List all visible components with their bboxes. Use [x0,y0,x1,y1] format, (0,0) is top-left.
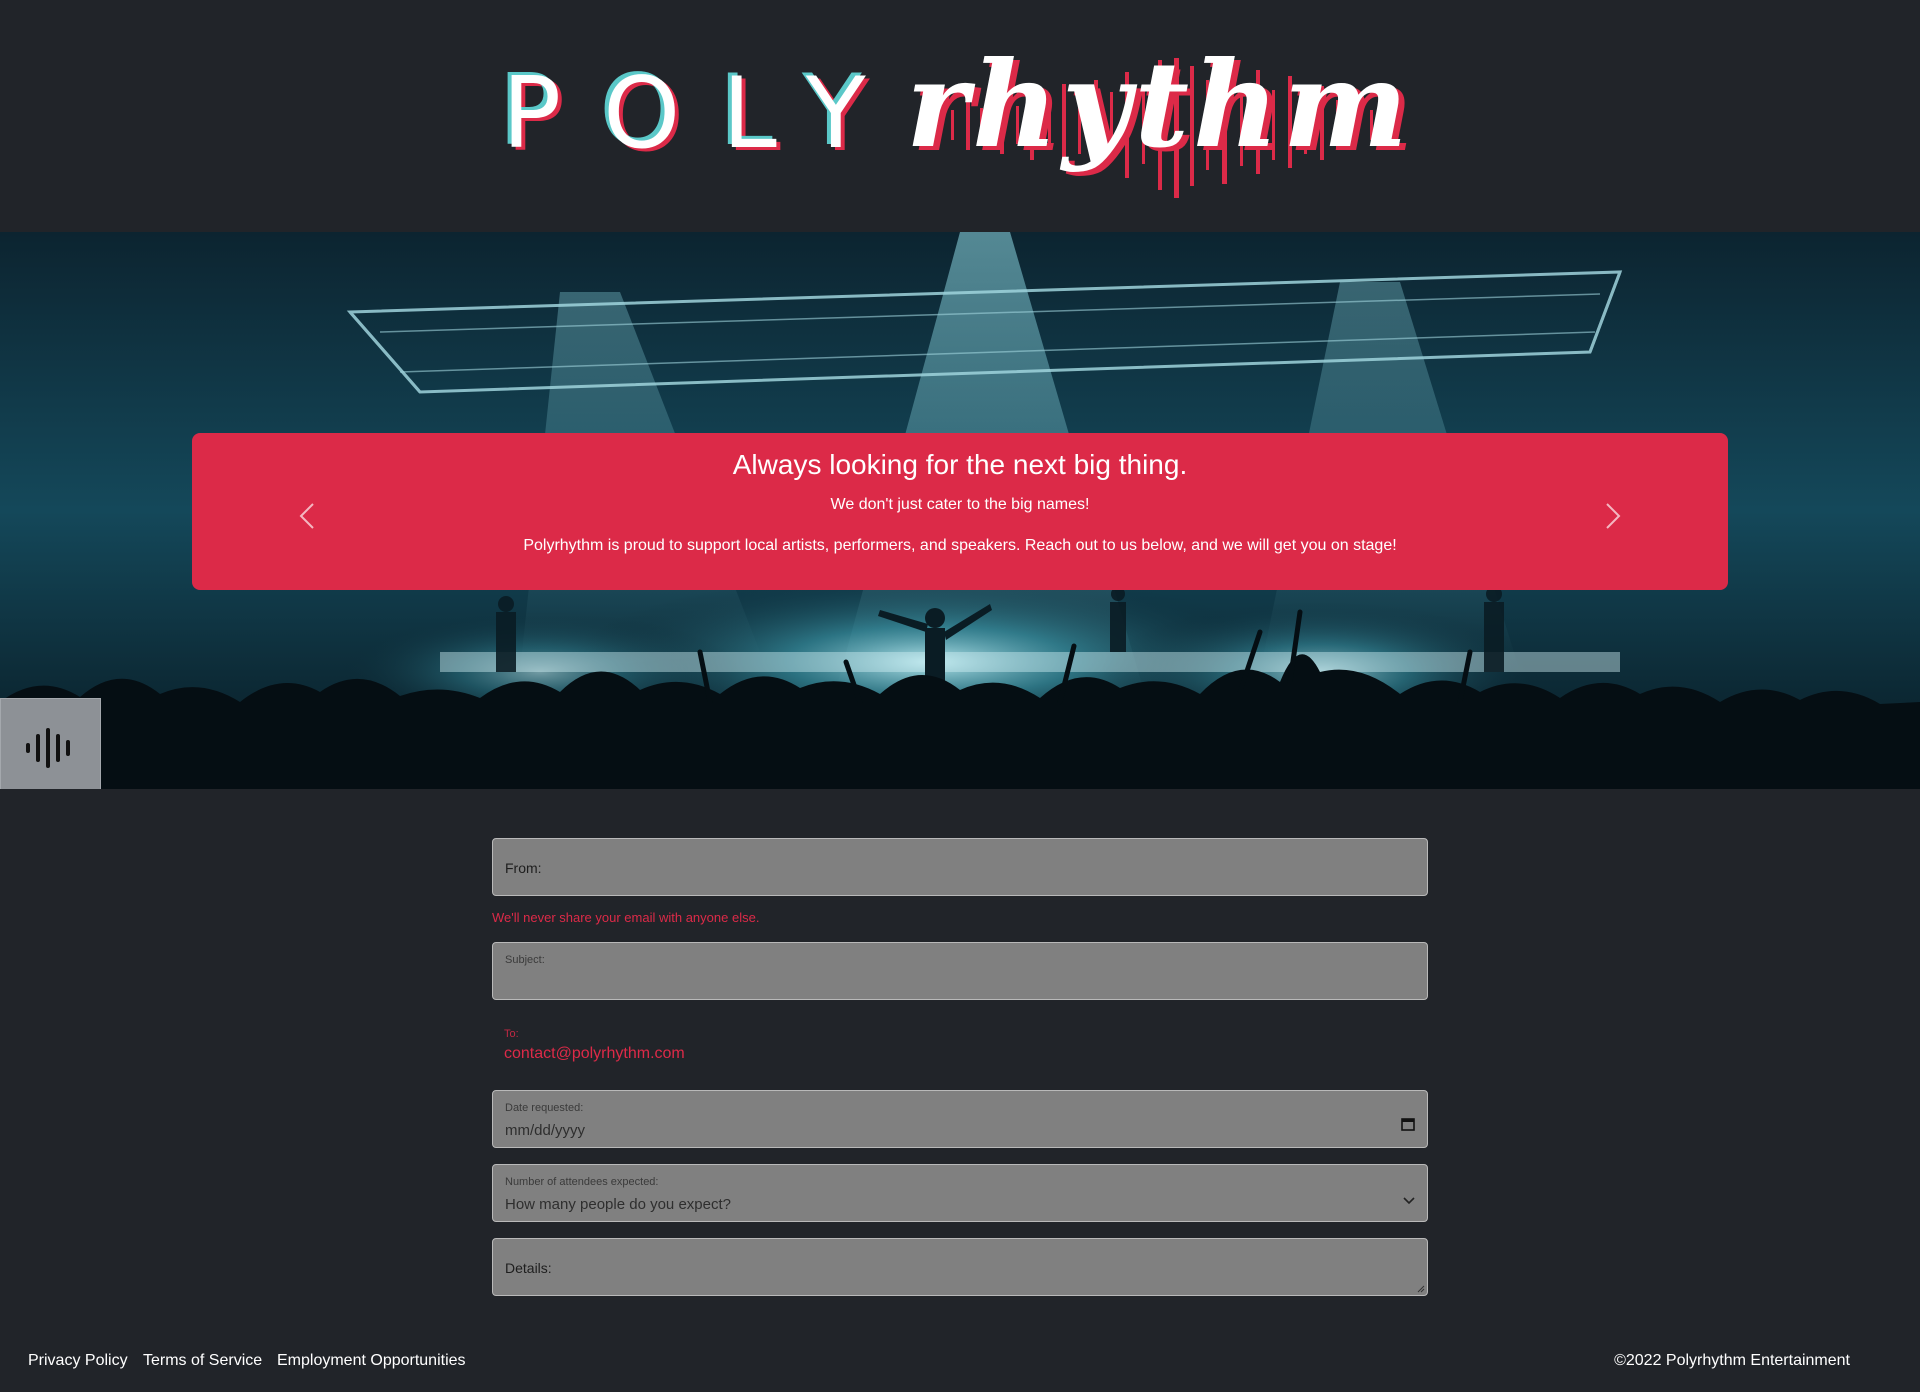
chevron-down-icon [1403,1192,1415,1210]
privacy-policy-link[interactable]: Privacy Policy [28,1352,128,1370]
terms-of-service-link[interactable]: Terms of Service [143,1352,262,1370]
svg-text:rhythm: rhythm [906,35,1412,174]
soundwave-icon [25,728,70,768]
employment-opportunities-link[interactable]: Employment Opportunities [277,1352,466,1370]
attendees-select[interactable]: Number of attendees expected: How many p… [492,1164,1428,1222]
details-label: Details: [505,1260,552,1276]
attendees-selected-value: How many people do you expect? [505,1196,731,1213]
site-header: POLY POLY POLY rhythm rhythm [0,0,1920,232]
chevron-left-icon [299,503,314,529]
from-label: From: [505,860,542,876]
email-help-text: We'll never share your email with anyone… [492,910,760,925]
subject-label: Subject: [505,954,545,966]
carousel-caption: Always looking for the next big thing. W… [192,433,1728,590]
date-requested-field[interactable]: Date requested: mm/dd/yyyy [492,1090,1428,1148]
date-placeholder: mm/dd/yyyy [505,1122,586,1139]
chevron-right-icon [1606,503,1621,529]
site-footer: Privacy Policy Terms of Service Employme… [0,1352,1920,1376]
carousel-prev-button[interactable] [287,496,327,536]
caption-body: Polyrhythm is proud to support local art… [523,537,1397,554]
caption-title: Always looking for the next big thing. [732,449,1188,480]
calendar-icon[interactable] [1401,1117,1415,1136]
to-label: To: [504,1028,519,1040]
to-email-value: contact@polyrhythm.com [504,1045,685,1062]
resize-handle-icon[interactable] [1417,1285,1425,1293]
svg-text:POLY: POLY [502,57,908,171]
date-label: Date requested: [505,1102,584,1114]
carousel-next-button[interactable] [1593,496,1633,536]
polyrhythm-logo[interactable]: POLY POLY POLY rhythm rhythm [0,0,1920,232]
caption-subtitle: We don't just cater to the big names! [830,496,1090,513]
details-textarea[interactable]: Details: [492,1238,1428,1296]
attendees-label: Number of attendees expected: [505,1176,659,1188]
copyright-text: ©2022 Polyrhythm Entertainment [1614,1352,1850,1369]
from-field[interactable]: From: [492,838,1428,896]
audio-toggle-button[interactable] [0,698,101,789]
subject-field[interactable]: Subject: [492,942,1428,1000]
